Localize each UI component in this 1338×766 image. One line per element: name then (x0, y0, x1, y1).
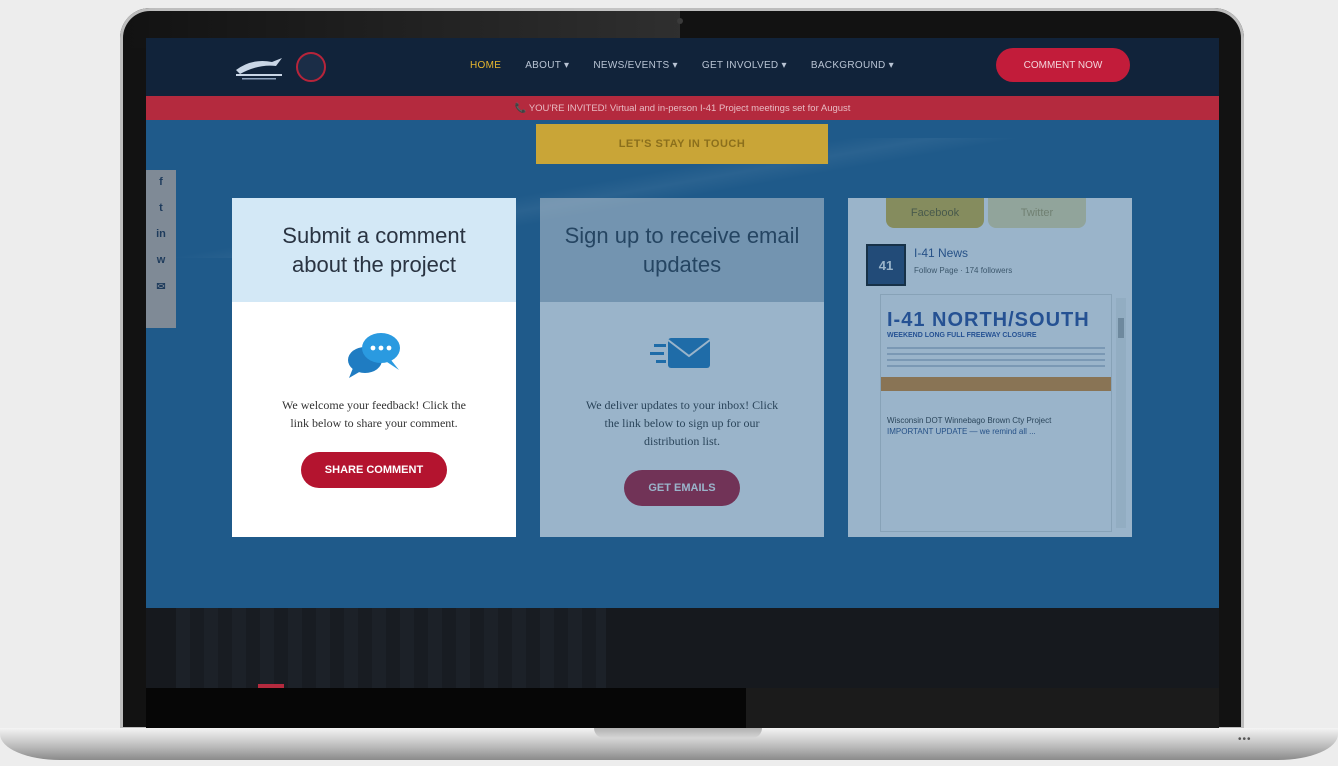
camera-icon (677, 18, 683, 24)
facebook-share-icon[interactable]: f (159, 176, 163, 188)
chat-bubbles-icon (232, 328, 516, 380)
post-body-lines (887, 347, 1105, 367)
post-headline: I-41 NORTH/SOUTH (887, 309, 1090, 331)
social-share-bar: f t in w ✉ (146, 170, 176, 328)
card-text: We welcome your feedback! Click the link… (282, 398, 466, 430)
share-comment-button[interactable]: SHARE COMMENT (300, 452, 448, 488)
post-caption: Wisconsin DOT Winnebago Brown Cty Projec… (887, 415, 1105, 437)
envelope-icon (540, 328, 824, 380)
screen-bezel-reflection (746, 688, 1219, 728)
post-subheadline: WEEKEND LONG FULL FREEWAY CLOSURE (887, 332, 1037, 339)
post-caption-line: Wisconsin DOT Winnebago Brown Cty Projec… (887, 416, 1052, 425)
laptop-notch (594, 728, 762, 738)
nav-news-events[interactable]: NEWS/EVENTS ▾ (593, 60, 678, 71)
email-card: Sign up to receive email updates We deli… (540, 198, 824, 537)
whatsapp-share-icon[interactable]: w (157, 254, 166, 266)
page-footer (146, 608, 1219, 688)
fb-page-name[interactable]: I-41 News (914, 246, 1012, 260)
email-share-icon[interactable]: ✉ (156, 280, 165, 293)
seal-icon (296, 52, 326, 82)
base-dots-icon: ••• (1238, 734, 1252, 745)
nav-about[interactable]: ABOUT ▾ (525, 60, 569, 71)
card-title: Submit a comment about the project (232, 198, 516, 302)
fb-scrollbar[interactable] (1116, 298, 1126, 528)
fb-page-meta[interactable]: Follow Page · 174 followers (914, 266, 1012, 275)
nav-background[interactable]: BACKGROUND ▾ (811, 60, 894, 71)
nav-links: HOME ABOUT ▾ NEWS/EVENTS ▾ GET INVOLVED … (470, 60, 894, 71)
nav-get-involved[interactable]: GET INVOLVED ▾ (702, 60, 787, 71)
navbar: HOME ABOUT ▾ NEWS/EVENTS ▾ GET INVOLVED … (146, 38, 1219, 96)
card-text: We deliver updates to your inbox! Click … (585, 398, 779, 448)
facebook-widget: Facebook Twitter 41 I-41 News Follow Pag… (848, 198, 1132, 537)
screen: HOME ABOUT ▾ NEWS/EVENTS ▾ GET INVOLVED … (146, 38, 1219, 688)
site-logo[interactable] (232, 52, 286, 82)
card-title: Sign up to receive email updates (540, 198, 824, 302)
fb-post[interactable]: I-41 NORTH/SOUTH WEEKEND LONG FULL FREEW… (880, 294, 1112, 532)
twitter-share-icon[interactable]: t (159, 202, 163, 214)
tab-twitter[interactable]: Twitter (988, 198, 1086, 228)
post-banner (881, 377, 1111, 391)
avatar[interactable]: 41 (866, 244, 906, 286)
tab-facebook[interactable]: Facebook (886, 198, 984, 228)
linkedin-share-icon[interactable]: in (156, 228, 166, 240)
logo-icon (236, 58, 282, 80)
fb-page-header: 41 I-41 News Follow Page · 174 followers (866, 244, 1012, 286)
comment-now-button[interactable]: COMMENT NOW (996, 48, 1130, 82)
social-tabs: Facebook Twitter (886, 198, 1086, 228)
get-emails-button[interactable]: GET EMAILS (624, 470, 740, 506)
scrollbar-thumb[interactable] (1118, 318, 1124, 338)
stay-in-touch-button[interactable]: LET'S STAY IN TOUCH (536, 124, 828, 164)
footer-pattern (176, 608, 606, 688)
nav-home[interactable]: HOME (470, 60, 501, 71)
post-caption-line: IMPORTANT UPDATE — we remind all ... (887, 427, 1036, 436)
comment-card: Submit a comment about the project We we… (232, 198, 516, 537)
alert-banner[interactable]: 📞 YOU'RE INVITED! Virtual and in-person … (146, 96, 1219, 120)
